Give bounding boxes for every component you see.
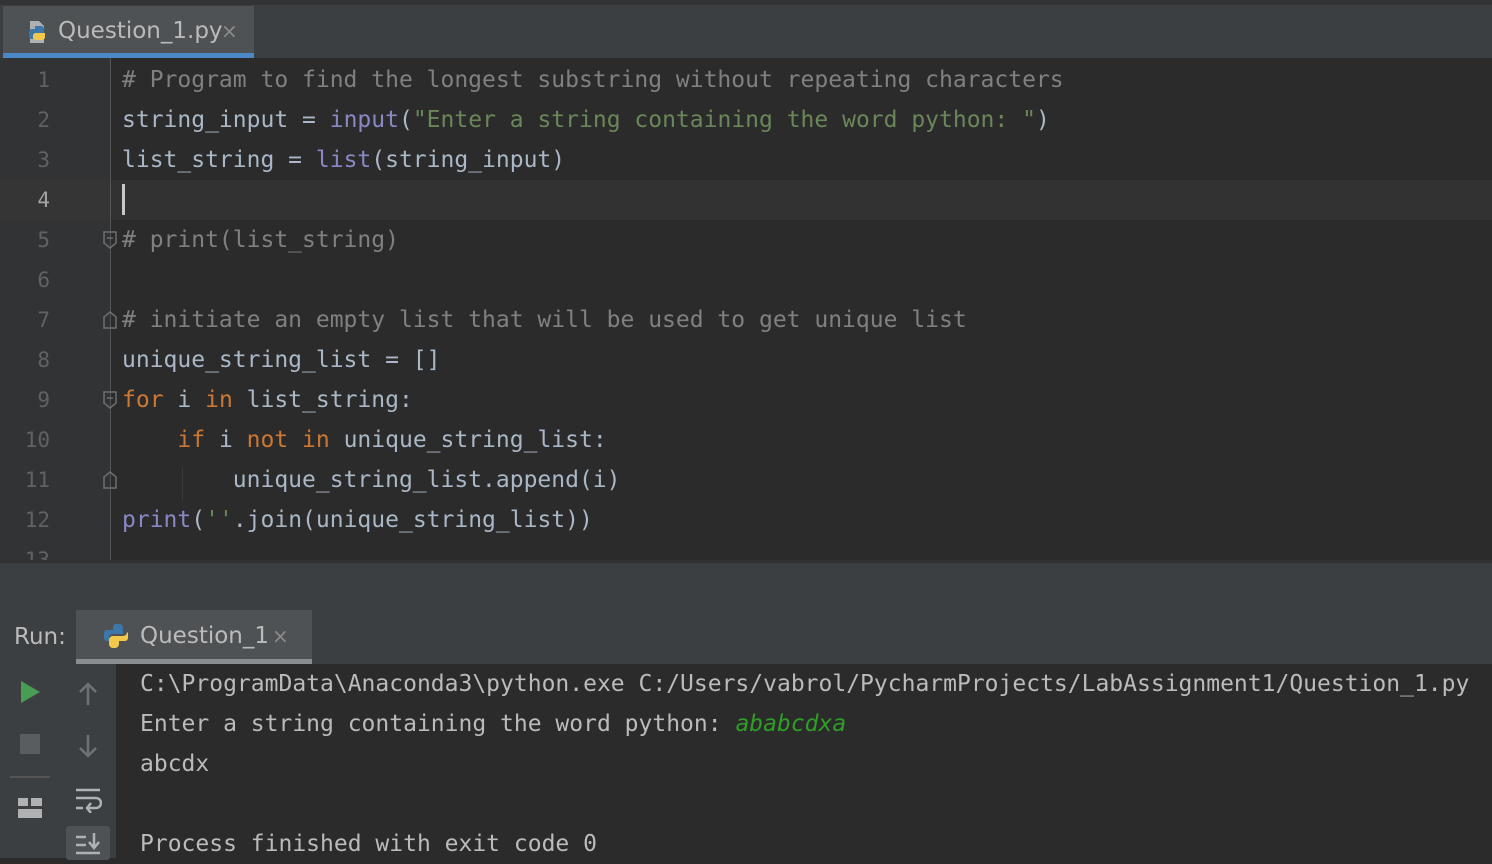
- text-caret: [122, 184, 125, 215]
- code-line-10: if i not in unique_string_list:: [122, 420, 607, 460]
- code-line-3: list_string = list(string_input): [122, 140, 565, 180]
- builtin-function: print: [122, 507, 192, 533]
- scroll-to-end-icon[interactable]: [66, 826, 110, 860]
- code-editor[interactable]: 1 2 3 4 5 6 7 8 9 10 11 12 13 # Program …: [0, 58, 1492, 560]
- code-line-1: # Program to find the longest substring …: [122, 60, 1064, 100]
- keyword: not in: [246, 427, 330, 453]
- line-number: 11: [24, 468, 50, 492]
- fold-end-icon[interactable]: [102, 471, 118, 489]
- editor-tab-bar: Question_1.py ×: [0, 0, 1492, 58]
- run-label: Run:: [14, 624, 66, 650]
- console-prompt-line: Enter a string containing the word pytho…: [140, 704, 846, 744]
- comment: # Program to find the longest substring …: [122, 67, 1064, 93]
- console-prompt: Enter a string containing the word pytho…: [140, 711, 736, 737]
- run-tool-window-header: Run: Question_1 ×: [0, 610, 1492, 664]
- close-tab-icon[interactable]: ×: [272, 624, 289, 648]
- code-line-11: unique_string_list.append(i): [122, 460, 621, 500]
- run-console[interactable]: C:\ProgramData\Anaconda3\python.exe C:/U…: [116, 664, 1492, 858]
- stop-icon[interactable]: [10, 724, 50, 764]
- comment: # print(list_string): [122, 227, 399, 253]
- code-text: list_string:: [232, 387, 413, 413]
- keyword: if: [177, 427, 206, 453]
- code-text: (: [191, 507, 206, 533]
- console-command-line: C:\ProgramData\Anaconda3\python.exe C:/U…: [140, 671, 1470, 697]
- code-line-7: # initiate an empty list that will be us…: [122, 300, 967, 340]
- fold-start-icon[interactable]: [102, 391, 118, 409]
- builtin-function: list: [315, 147, 372, 173]
- splitter-border: [0, 560, 1492, 563]
- code-text: unique_string_list.append(i): [232, 467, 621, 493]
- code-text: unique_string_list = []: [122, 347, 441, 373]
- close-tab-icon[interactable]: ×: [221, 19, 238, 43]
- console-result-line: abcdx: [140, 751, 210, 777]
- code-line-12: print(''.join(unique_string_list)): [122, 500, 593, 540]
- line-number: 12: [24, 508, 50, 532]
- code-text: i: [205, 427, 247, 453]
- line-number: 1: [37, 68, 50, 92]
- editor-tab-question-1[interactable]: Question_1.py ×: [3, 6, 254, 58]
- line-number-active: 4: [37, 188, 50, 212]
- run-toolbar: [0, 664, 116, 860]
- code-line-5: # print(list_string): [122, 220, 399, 260]
- fold-start-icon[interactable]: [102, 231, 118, 249]
- line-number: 13: [24, 548, 50, 560]
- console-exit-line: Process finished with exit code 0: [140, 831, 597, 857]
- console-user-input: ababcdxa: [735, 711, 847, 737]
- builtin-function: input: [329, 107, 399, 133]
- line-number: 2: [37, 108, 50, 132]
- code-text: list_string =: [122, 147, 316, 173]
- line-number: 10: [24, 428, 50, 452]
- tab-bar-top-border: [0, 0, 1492, 5]
- code-text: unique_string_list:: [329, 427, 607, 453]
- code-text: string_input =: [122, 107, 330, 133]
- run-tab-label: Question_1: [140, 623, 270, 649]
- keyword: in: [205, 387, 233, 413]
- code-line-2: string_input = input("Enter a string con…: [122, 100, 1050, 140]
- comment: # initiate an empty list that will be us…: [122, 307, 967, 333]
- soft-wrap-icon[interactable]: [68, 780, 108, 820]
- keyword: for: [122, 387, 164, 413]
- code-text: (: [398, 107, 413, 133]
- code-text: i: [163, 387, 206, 413]
- line-number: 3: [37, 148, 50, 172]
- line-number: 7: [37, 308, 50, 332]
- code-line-9: for i in list_string:: [122, 380, 413, 420]
- code-text: .join(unique_string_list)): [232, 507, 593, 533]
- code-line-8: unique_string_list = []: [122, 340, 441, 380]
- line-number: 5: [37, 228, 50, 252]
- string-literal: "Enter a string containing the word pyth…: [412, 107, 1036, 133]
- toolbar-separator: [10, 776, 50, 778]
- current-line-highlight: [0, 180, 1492, 220]
- fold-end-icon[interactable]: [102, 311, 118, 329]
- line-number: 6: [37, 268, 50, 292]
- python-file-icon: [24, 18, 52, 50]
- panel-splitter[interactable]: [0, 560, 1492, 610]
- python-icon: [102, 622, 130, 654]
- code-text: (string_input): [371, 147, 566, 173]
- scroll-up-icon[interactable]: [68, 674, 108, 714]
- layout-icon[interactable]: [10, 788, 50, 828]
- line-number: 8: [37, 348, 50, 372]
- string-literal: '': [205, 507, 233, 533]
- line-number: 9: [37, 388, 50, 412]
- scroll-down-icon[interactable]: [68, 726, 108, 766]
- code-text: ): [1035, 107, 1050, 133]
- run-tab-question-1[interactable]: Question_1 ×: [76, 610, 312, 664]
- editor-tab-label: Question_1.py: [58, 18, 223, 44]
- run-icon[interactable]: [10, 672, 50, 712]
